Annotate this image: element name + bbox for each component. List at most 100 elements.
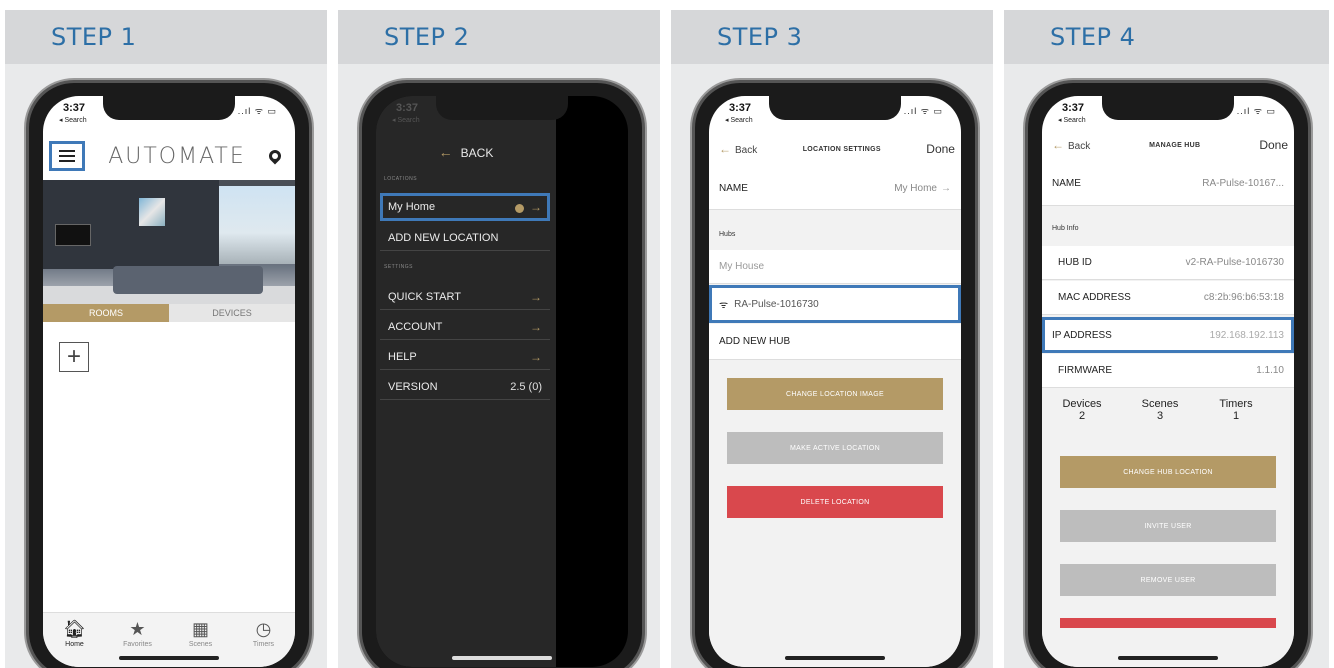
hub-id-label: HUB ID bbox=[1058, 257, 1092, 268]
add-hub-row[interactable]: ADD NEW HUB bbox=[709, 324, 961, 360]
hub-name: RA-Pulse-1016730 bbox=[734, 298, 819, 310]
menu-item-add-location[interactable]: ADD NEW LOCATION bbox=[380, 225, 550, 251]
step-title: STEP 3 bbox=[717, 23, 803, 51]
back-button[interactable]: ← Back bbox=[1052, 138, 1090, 152]
step-title: STEP 2 bbox=[384, 23, 470, 51]
add-room-button[interactable]: + bbox=[59, 342, 89, 372]
hamburger-menu-button[interactable] bbox=[49, 141, 85, 171]
ip-address-label: IP ADDRESS bbox=[1052, 329, 1112, 341]
nav-label: Favorites bbox=[123, 641, 152, 648]
step-2-header: STEP 2 bbox=[338, 10, 660, 64]
step-2-panel: STEP 2 3:37 ◂ Search ← BACK LOCATIONS My … bbox=[338, 10, 660, 668]
tab-devices[interactable]: DEVICES bbox=[169, 304, 295, 322]
menu-item-label: ACCOUNT bbox=[388, 320, 443, 333]
back-label: Back bbox=[1068, 141, 1091, 152]
phone-notch bbox=[1102, 96, 1234, 120]
timers-stat: Timers 1 bbox=[1206, 398, 1266, 422]
step-4-panel: STEP 4 3:37 ◂ Search ..ıl ᯤ ▭ ← Back MANA… bbox=[1004, 10, 1329, 668]
firmware-label: FIRMWARE bbox=[1058, 365, 1113, 376]
nav-bar: ← Back MANAGE HUB Done bbox=[1042, 132, 1294, 158]
name-row[interactable]: NAME My Home → bbox=[709, 168, 961, 210]
nav-label: Home bbox=[65, 641, 84, 648]
phone-frame: 3:37 ◂ Search ..ıl ᯤ ▭ ← Back MANAGE HUB … bbox=[1025, 80, 1311, 668]
done-button[interactable]: Done bbox=[1259, 138, 1288, 152]
location-pin-icon[interactable] bbox=[266, 147, 284, 165]
delete-location-button[interactable]: DELETE LOCATION bbox=[727, 486, 943, 518]
invite-user-button[interactable]: INVITE USER bbox=[1060, 510, 1276, 542]
scenes-stat: Scenes 3 bbox=[1130, 398, 1190, 422]
menu-item-label: QUICK START bbox=[388, 290, 461, 303]
menu-item-label: ADD NEW LOCATION bbox=[388, 231, 499, 244]
location-row-my-house[interactable]: My House bbox=[709, 250, 961, 284]
chevron-right-icon: → bbox=[530, 200, 542, 214]
done-button[interactable]: Done bbox=[926, 142, 955, 156]
delete-hub-button-partial[interactable] bbox=[1060, 618, 1276, 628]
menu-line bbox=[59, 160, 75, 162]
wifi-icon: ᯤ bbox=[719, 300, 729, 311]
rooms-content: + bbox=[43, 322, 295, 612]
status-time: 3:37 bbox=[1062, 102, 1085, 114]
menu-item-my-home[interactable]: My Home → bbox=[380, 193, 550, 221]
menu-item-label: VERSION bbox=[388, 380, 438, 393]
home-icon: 🏠︎ bbox=[63, 619, 86, 639]
mac-address-label: MAC ADDRESS bbox=[1058, 292, 1131, 303]
menu-item-quick-start[interactable]: QUICK START → bbox=[380, 284, 550, 310]
firmware-value: 1.1.10 bbox=[1256, 365, 1284, 376]
version-value: 2.5 (0) bbox=[510, 380, 542, 393]
status-time: 3:37 bbox=[396, 102, 419, 114]
hub-body: NAME RA-Pulse-10167... Hub Info HUB ID v… bbox=[1042, 162, 1294, 667]
devices-label: Devices bbox=[1062, 398, 1102, 410]
phone-screen: 3:37 ◂ Search ..ıl ᯤ ▭ ← Back LOCATION SE… bbox=[709, 96, 961, 667]
back-button[interactable]: ← Back bbox=[719, 142, 757, 156]
chevron-right-icon: → bbox=[530, 289, 542, 304]
room-artwork bbox=[139, 198, 165, 226]
hub-id-value: v2-RA-Pulse-1016730 bbox=[1185, 257, 1284, 268]
nav-bar: ← Back LOCATION SETTINGS Done bbox=[709, 136, 961, 162]
change-hub-location-button[interactable]: CHANGE HUB LOCATION bbox=[1060, 456, 1276, 488]
scenes-count: 3 bbox=[1156, 410, 1164, 423]
devices-count: 2 bbox=[1078, 410, 1086, 423]
nav-label: Timers bbox=[252, 641, 275, 648]
nav-timers[interactable]: ◷ Timers bbox=[239, 619, 289, 667]
film-icon: ▦ bbox=[191, 619, 209, 639]
mac-address-row: MAC ADDRESS c8:2b:96:b6:53:18 bbox=[1042, 281, 1294, 315]
status-time: 3:37 bbox=[63, 102, 86, 114]
phone-screen: 3:37 ◂ Search ..ıl ᯤ ▭ AUTOMATE ROOMS DE… bbox=[43, 96, 295, 667]
menu-item-account[interactable]: ACCOUNT → bbox=[380, 314, 550, 340]
menu-item-help[interactable]: HELP → bbox=[380, 344, 550, 370]
app-header: AUTOMATE bbox=[43, 134, 295, 178]
section-label-locations: LOCATIONS bbox=[384, 176, 418, 182]
phone-frame: 3:37 ◂ Search ..ıl ᯤ ▭ AUTOMATE ROOMS DE… bbox=[26, 80, 312, 668]
phone-notch bbox=[103, 96, 235, 120]
settings-body: NAME My Home → Hubs My House ᯤ RA-Pulse-1… bbox=[709, 168, 961, 667]
step-title: STEP 1 bbox=[51, 23, 137, 51]
hubs-section-label: Hubs bbox=[719, 230, 736, 238]
menu-line bbox=[59, 150, 75, 152]
chevron-right-icon: → bbox=[530, 349, 542, 364]
status-back-link[interactable]: ◂ Search bbox=[725, 116, 753, 124]
hub-info-section-label: Hub Info bbox=[1052, 224, 1079, 232]
devices-stat: Devices 2 bbox=[1052, 398, 1112, 422]
change-location-image-button[interactable]: CHANGE LOCATION IMAGE bbox=[727, 378, 943, 410]
status-back-link[interactable]: ◂ Search bbox=[392, 116, 420, 124]
remove-user-button[interactable]: REMOVE USER bbox=[1060, 564, 1276, 596]
status-back-link[interactable]: ◂ Search bbox=[59, 116, 87, 124]
hub-row[interactable]: ᯤ RA-Pulse-1016730 bbox=[709, 285, 961, 323]
nav-label: Scenes bbox=[188, 641, 213, 648]
menu-back-button[interactable]: ← BACK bbox=[376, 144, 556, 160]
name-row[interactable]: NAME RA-Pulse-10167... bbox=[1042, 162, 1294, 206]
hub-id-row: HUB ID v2-RA-Pulse-1016730 bbox=[1042, 246, 1294, 280]
step-4-header: STEP 4 bbox=[1004, 10, 1329, 64]
step-1-header: STEP 1 bbox=[5, 10, 327, 64]
status-back-link[interactable]: ◂ Search bbox=[1058, 116, 1086, 124]
make-active-location-button[interactable]: MAKE ACTIVE LOCATION bbox=[727, 432, 943, 464]
section-label-settings: SETTINGS bbox=[384, 264, 414, 270]
chevron-right-icon: → bbox=[941, 183, 951, 194]
side-menu: ← BACK LOCATIONS My Home → ADD NEW LOCATI… bbox=[376, 96, 556, 667]
page-title: MANAGE HUB bbox=[1149, 141, 1201, 149]
tab-rooms[interactable]: ROOMS bbox=[43, 304, 169, 322]
status-icons: ..ıl ᯤ ▭ bbox=[237, 106, 277, 116]
selected-check-icon bbox=[515, 203, 524, 213]
back-arrow-icon: ← bbox=[719, 142, 731, 156]
nav-home[interactable]: 🏠︎ Home bbox=[50, 619, 100, 667]
